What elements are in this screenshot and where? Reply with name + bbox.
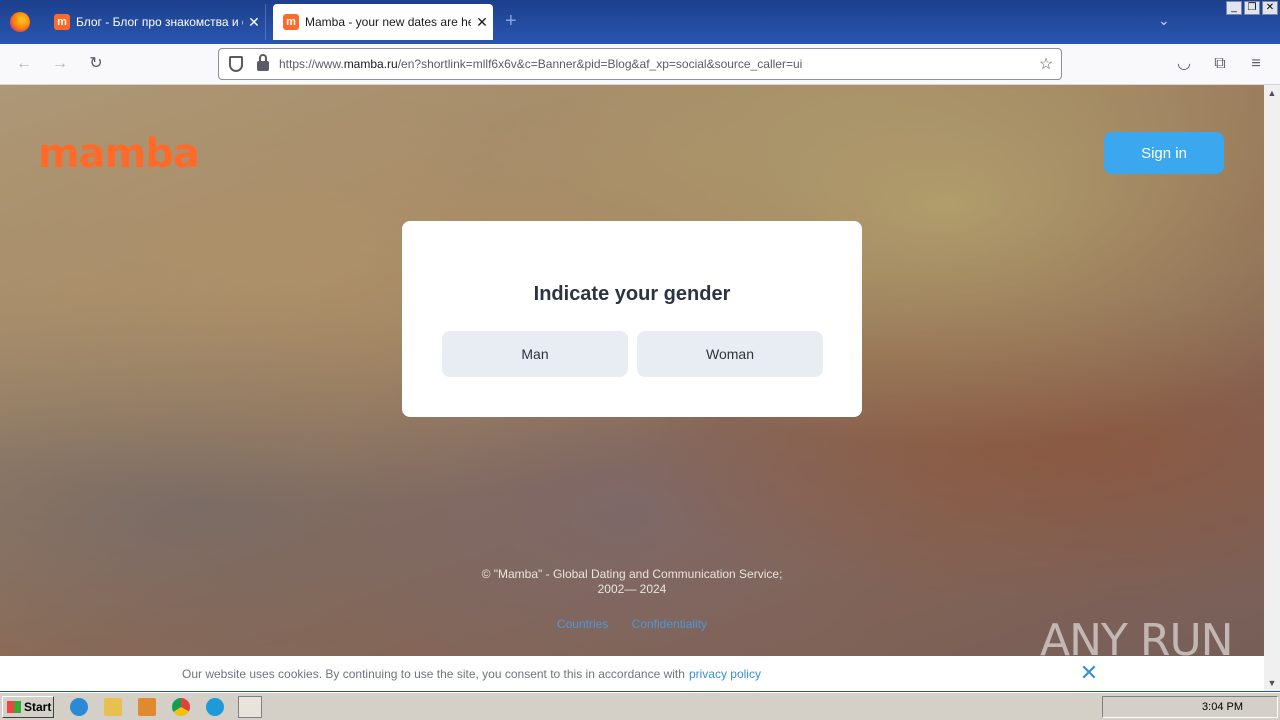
bookmark-star-icon[interactable]: ☆ — [1031, 54, 1061, 74]
start-button[interactable]: Start — [2, 696, 54, 718]
page-content: mamba Sign in Indicate your gender Man W… — [0, 85, 1264, 691]
firefox-icon[interactable] — [10, 12, 30, 32]
back-arrow-icon[interactable]: ← — [14, 54, 34, 74]
edge-icon[interactable] — [206, 698, 224, 716]
mamba-favicon-icon: m — [54, 14, 70, 30]
browser-tab-bar: m Блог - Блог про знакомства и отн ✕ m M… — [0, 0, 1280, 44]
navigation-bar: ← → ↻ https://www.mamba.ru/en?shortlink=… — [0, 44, 1280, 85]
scroll-up-icon[interactable]: ▲ — [1264, 85, 1280, 101]
close-icon[interactable]: ✕ — [243, 14, 265, 31]
man-button[interactable]: Man — [442, 331, 628, 377]
shield-icon[interactable] — [229, 56, 243, 72]
address-bar[interactable]: https://www.mamba.ru/en?shortlink=mllf6x… — [218, 48, 1062, 80]
close-icon[interactable]: ✕ — [471, 14, 493, 31]
reload-icon[interactable]: ↻ — [86, 54, 106, 74]
internet-explorer-icon[interactable] — [70, 698, 88, 716]
countries-link[interactable]: Countries — [557, 617, 608, 631]
mamba-favicon-icon: m — [283, 14, 299, 30]
minimize-button[interactable]: _ — [1226, 1, 1242, 15]
mamba-logo[interactable]: mamba — [38, 131, 200, 177]
cookie-banner: Our website uses cookies. By continuing … — [0, 656, 1264, 691]
window-controls: _ ❐ ✕ — [1226, 1, 1278, 15]
modal-title: Indicate your gender — [533, 283, 731, 305]
tab-label: Mamba - your new dates are here — [305, 15, 471, 29]
restore-button[interactable]: ❐ — [1244, 1, 1260, 15]
cookie-text: Our website uses cookies. By continuing … — [182, 666, 685, 681]
gender-modal: Indicate your gender Man Woman — [402, 221, 862, 417]
clock: 3:04 PM — [1202, 701, 1243, 713]
chrome-icon[interactable] — [172, 698, 190, 716]
new-tab-button[interactable]: + — [505, 10, 517, 33]
extensions-icon[interactable]: ⧉ — [1210, 54, 1230, 74]
footer-copyright: © "Mamba" - Global Dating and Communicat… — [481, 567, 783, 596]
taskbar: Start 3:04 PM — [0, 692, 1280, 720]
url-text[interactable]: https://www.mamba.ru/en?shortlink=mllf6x… — [279, 57, 1031, 71]
tab-blog[interactable]: m Блог - Блог про знакомства и отн ✕ — [44, 4, 266, 40]
scrollbar[interactable]: ▲ ▼ — [1264, 85, 1280, 691]
folder-icon[interactable] — [104, 698, 122, 716]
scroll-down-icon[interactable]: ▼ — [1264, 675, 1280, 691]
close-icon[interactable]: ✕ — [1078, 662, 1100, 684]
woman-button[interactable]: Woman — [637, 331, 823, 377]
media-player-icon[interactable] — [138, 698, 156, 716]
menu-icon[interactable]: ≡ — [1246, 54, 1266, 74]
lock-icon[interactable] — [257, 54, 269, 71]
chevron-down-icon[interactable]: ⌄ — [1158, 12, 1170, 29]
privacy-policy-link[interactable]: privacy policy — [689, 667, 761, 681]
forward-arrow-icon[interactable]: → — [50, 54, 70, 74]
tab-mamba[interactable]: m Mamba - your new dates are here ✕ — [273, 4, 493, 40]
tab-label: Блог - Блог про знакомства и отн — [76, 15, 243, 29]
confidentiality-link[interactable]: Confidentiality — [632, 617, 707, 631]
pocket-icon[interactable]: ◡ — [1174, 54, 1194, 74]
system-tray: 3:04 PM — [1102, 696, 1278, 718]
close-window-button[interactable]: ✕ — [1262, 1, 1278, 15]
firefox-taskbar-button[interactable] — [238, 696, 262, 718]
sign-in-button[interactable]: Sign in — [1104, 132, 1224, 174]
windows-flag-icon — [7, 701, 21, 713]
